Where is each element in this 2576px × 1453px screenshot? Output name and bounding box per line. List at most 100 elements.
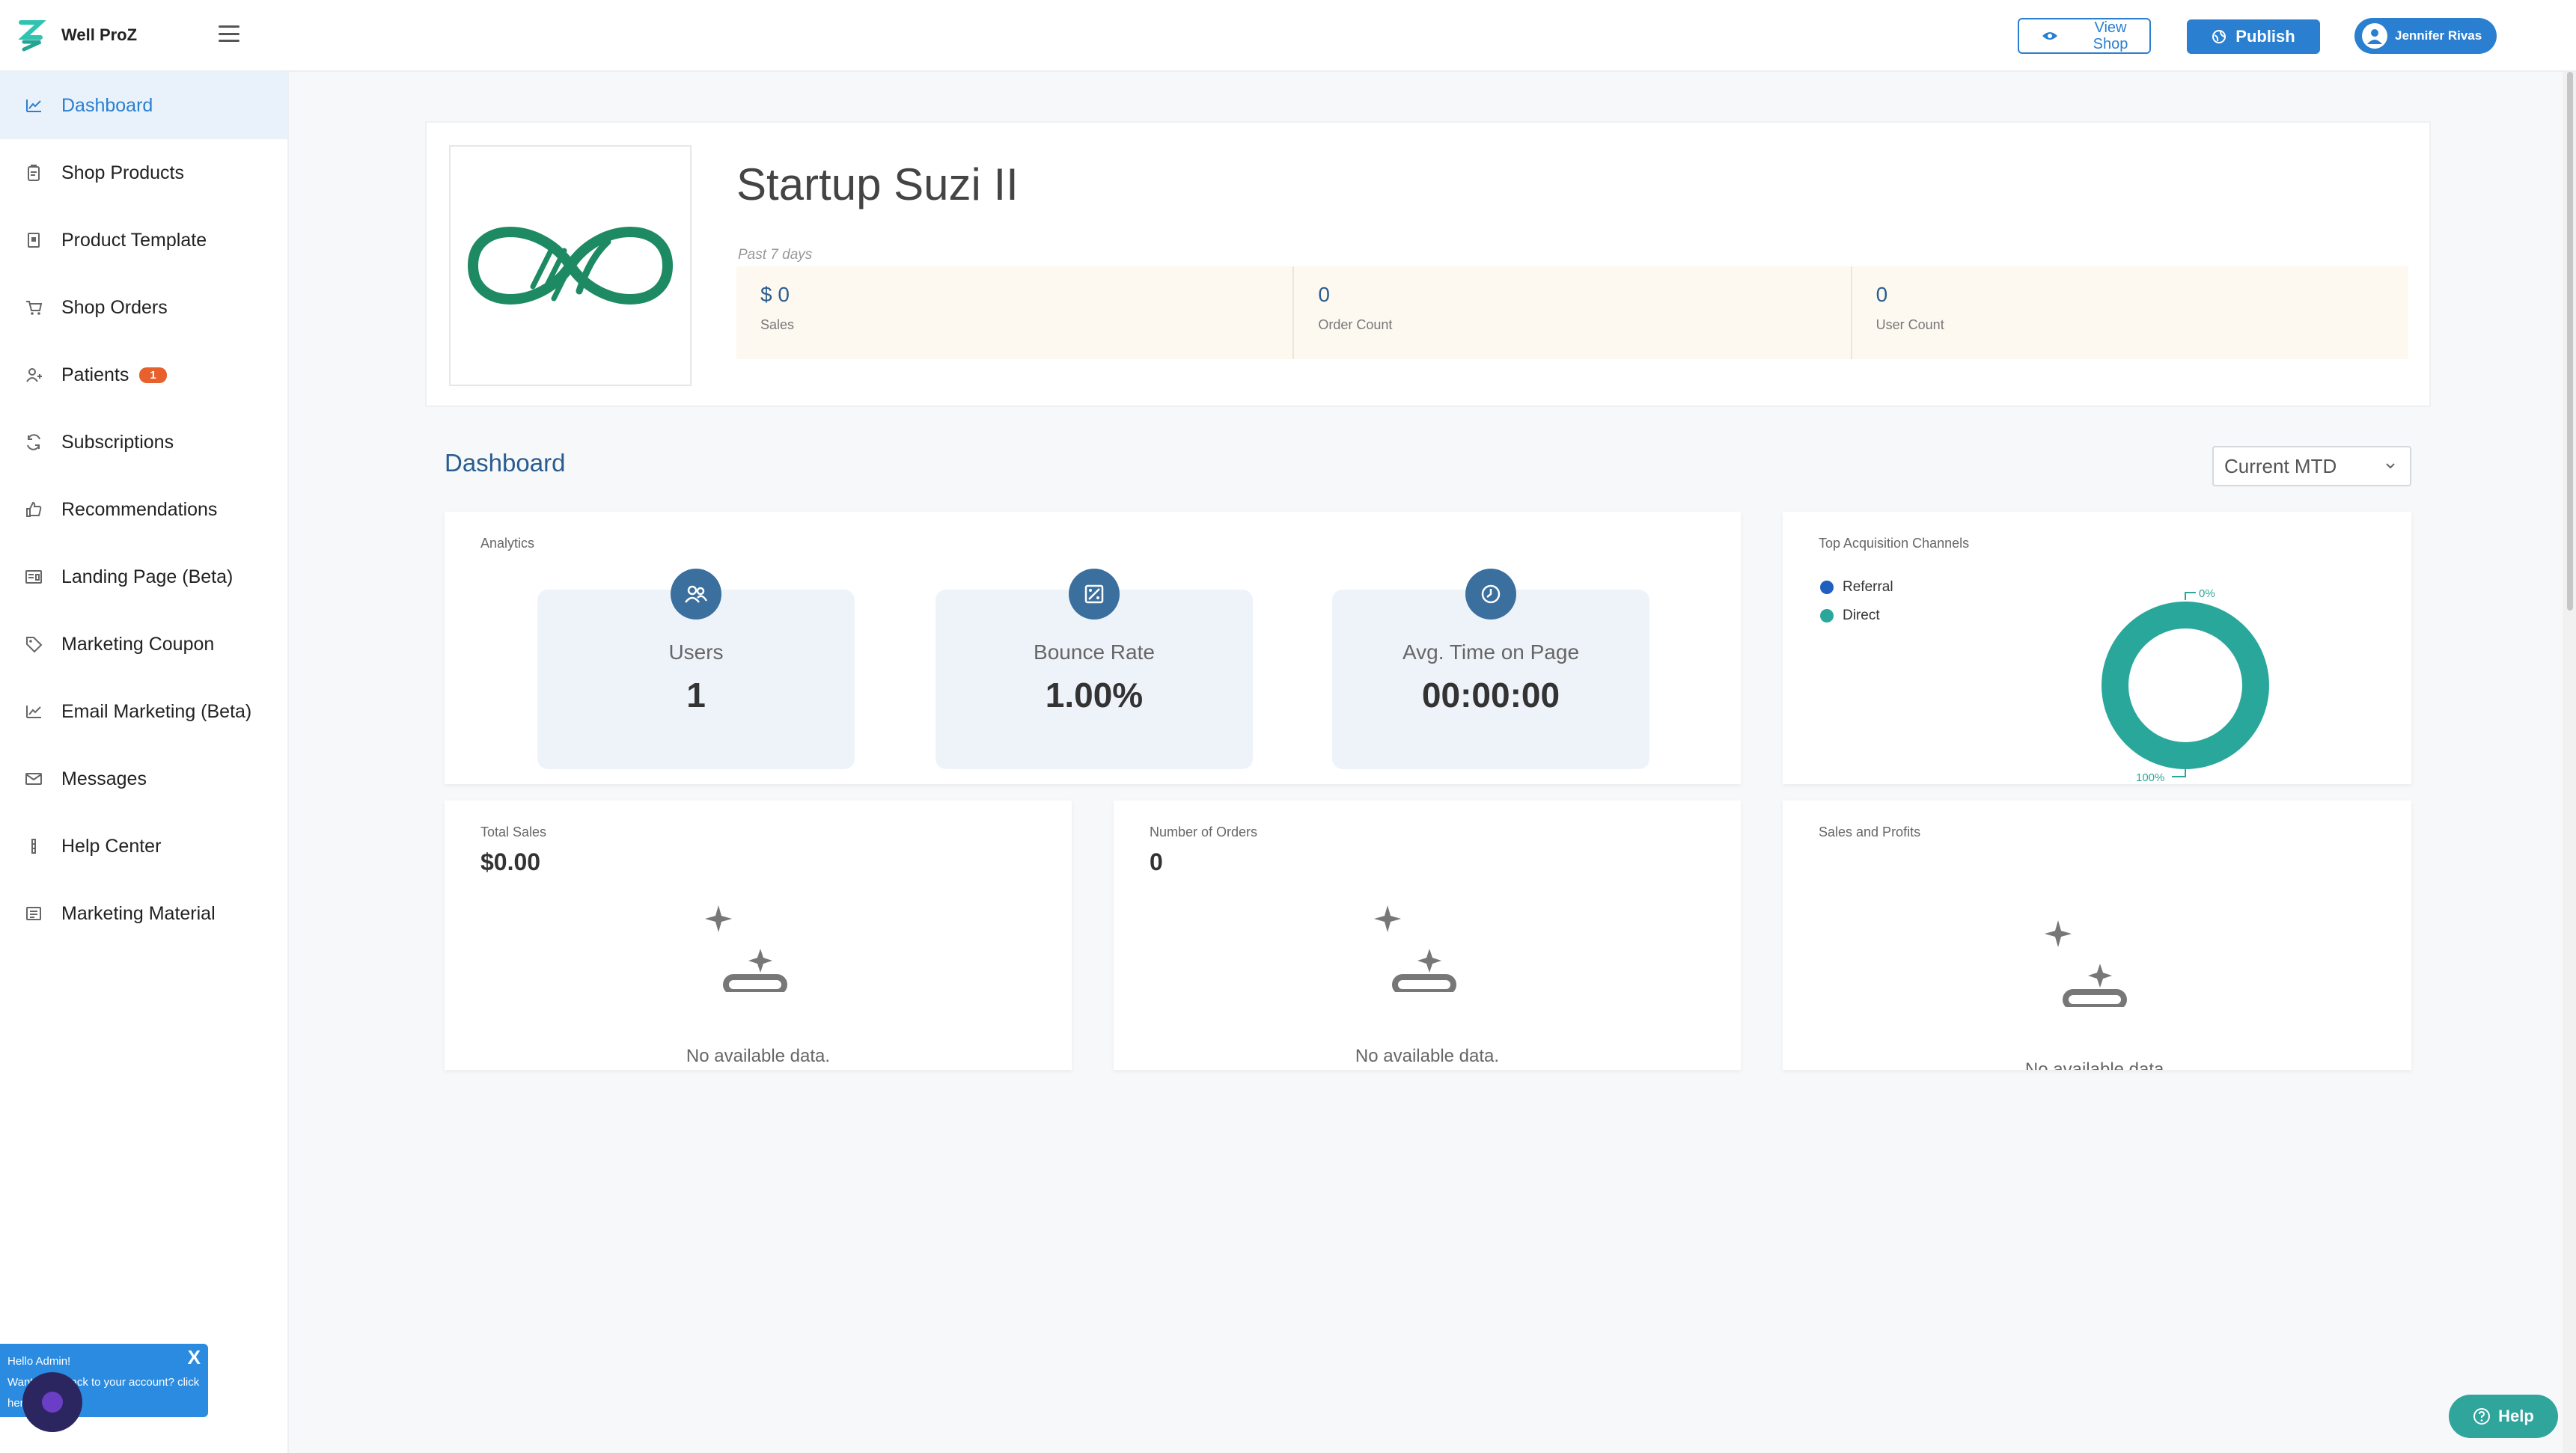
date-range-select[interactable]: Current MTD bbox=[2212, 446, 2411, 486]
sidebar-item-label: Marketing Material bbox=[61, 902, 216, 924]
shop-logo-icon bbox=[467, 227, 674, 305]
notification-badge: 1 bbox=[139, 367, 167, 383]
brand[interactable]: Well ProZ bbox=[18, 18, 137, 52]
sidebar-item-label: Shop Orders bbox=[61, 296, 168, 318]
refresh-icon bbox=[24, 432, 43, 452]
sidebar-item-label: Shop Products bbox=[61, 162, 184, 183]
metric-value: 1 bbox=[686, 676, 706, 715]
sidebar-item-shop-products[interactable]: Shop Products bbox=[0, 139, 287, 207]
template-icon bbox=[24, 230, 43, 250]
stat-label: Order Count bbox=[1318, 317, 1393, 332]
analytics-card: Analytics Users 1 Bounce Rate 1.00% Avg.… bbox=[445, 512, 1741, 784]
shop-logo bbox=[449, 145, 692, 386]
user-menu-button[interactable]: Jennifer Rivas bbox=[2354, 18, 2497, 54]
sidebar-item-patients[interactable]: Patients 1 bbox=[0, 341, 287, 409]
page-scrollbar[interactable] bbox=[2563, 72, 2576, 1453]
donut-slice-direct[interactable] bbox=[2102, 602, 2269, 769]
sidebar-item-label: Help Center bbox=[61, 835, 162, 857]
total-sales-label: Total Sales bbox=[480, 825, 547, 839]
view-shop-label-1: View bbox=[2094, 19, 2127, 36]
chat-bubble-icon bbox=[42, 1392, 63, 1413]
stat-user-count: 0 User Count bbox=[1852, 266, 2408, 359]
metric-value: 1.00% bbox=[1045, 676, 1144, 715]
user-name: Jennifer Rivas bbox=[2395, 28, 2482, 43]
chart-line-icon bbox=[24, 702, 43, 721]
acquisition-donut-chart: 0% 100% bbox=[2102, 587, 2269, 784]
orders-label: Number of Orders bbox=[1150, 825, 1258, 839]
scrollbar-thumb[interactable] bbox=[2567, 72, 2573, 611]
metric-name: Avg. Time on Page bbox=[1402, 640, 1580, 664]
label-leader-top bbox=[2185, 592, 2196, 600]
empty-state-icon bbox=[705, 905, 787, 992]
landing-page-icon bbox=[24, 567, 43, 587]
sidebar-item-label: Subscriptions bbox=[61, 431, 174, 453]
sidebar-item-product-template[interactable]: Product Template bbox=[0, 207, 287, 274]
label-bottom: 100% bbox=[2136, 771, 2164, 784]
sidebar-item-label: Dashboard bbox=[61, 94, 153, 116]
shop-title: Startup Suzi II bbox=[736, 159, 1019, 209]
document-icon bbox=[24, 904, 43, 923]
sidebar-item-label: Landing Page (Beta) bbox=[61, 566, 234, 587]
sidebar-item-email-marketing-beta[interactable]: Email Marketing (Beta) bbox=[0, 678, 287, 745]
sidebar-item-marketing-coupon[interactable]: Marketing Coupon bbox=[0, 611, 287, 678]
users-icon bbox=[671, 569, 721, 620]
view-shop-button[interactable]: View Shop bbox=[2018, 18, 2151, 54]
chat-bubble-button[interactable] bbox=[22, 1372, 82, 1432]
menu-toggle-icon[interactable] bbox=[219, 25, 239, 42]
view-shop-label-2: Shop bbox=[2093, 36, 2128, 52]
analytics-label: Analytics bbox=[480, 536, 535, 551]
shop-summary-card: Startup Suzi II Past 7 days $ 0 Sales 0 … bbox=[425, 121, 2431, 407]
top-bar: Well ProZ View Shop Publish Jennifer Riva… bbox=[0, 0, 2576, 72]
question-icon bbox=[2473, 1408, 2491, 1425]
sidebar-item-shop-orders[interactable]: Shop Orders bbox=[0, 274, 287, 341]
metric-value: 00:00:00 bbox=[1421, 676, 1560, 715]
help-center-icon bbox=[24, 836, 43, 856]
sidebar-item-marketing-material[interactable]: Marketing Material bbox=[0, 880, 287, 947]
app-name: Well ProZ bbox=[61, 25, 138, 44]
sidebar-item-dashboard[interactable]: Dashboard bbox=[0, 72, 287, 139]
chart-line-icon bbox=[24, 96, 43, 115]
sidebar-item-label: Marketing Coupon bbox=[61, 633, 215, 655]
sidebar-item-label: Patients bbox=[61, 364, 129, 385]
stat-order-count: 0 Order Count bbox=[1294, 266, 1852, 359]
sidebar-item-help-center[interactable]: Help Center bbox=[0, 813, 287, 880]
sidebar-item-recommendations[interactable]: Recommendations bbox=[0, 476, 287, 543]
stat-value: 0 bbox=[1318, 283, 1330, 306]
sidebar: Dashboard Shop Products Product Template Sh… bbox=[0, 72, 289, 1453]
period-label: Past 7 days bbox=[738, 247, 813, 263]
patients-icon bbox=[24, 365, 43, 385]
bounce-rate-icon bbox=[1069, 569, 1120, 620]
sidebar-item-subscriptions[interactable]: Subscriptions bbox=[0, 409, 287, 476]
sidebar-item-label: Messages bbox=[61, 768, 147, 789]
stat-label: User Count bbox=[1875, 317, 1944, 332]
sidebar-item-label: Product Template bbox=[61, 229, 207, 251]
total-sales-value: $0.00 bbox=[480, 848, 541, 875]
clipboard-icon bbox=[24, 163, 43, 183]
sidebar-item-landing-page-beta[interactable]: Landing Page (Beta) bbox=[0, 543, 287, 611]
stat-label: Sales bbox=[760, 317, 795, 332]
empty-state-text: No available data. bbox=[686, 1046, 831, 1066]
orders-card: Number of Orders 0 No available data. bbox=[1114, 801, 1741, 1070]
globe-icon bbox=[2212, 30, 2226, 43]
empty-state-icon bbox=[1374, 905, 1456, 992]
help-label: Help bbox=[2498, 1407, 2534, 1425]
thumbs-up-icon bbox=[24, 500, 43, 519]
publish-button[interactable]: Publish bbox=[2187, 19, 2320, 54]
stat-value: 0 bbox=[1875, 283, 1888, 306]
metric-name: Users bbox=[668, 640, 724, 664]
acquisition-card: Top Acquisition Channels Referral Direct… bbox=[1783, 512, 2411, 784]
sidebar-item-messages[interactable]: Messages bbox=[0, 745, 287, 813]
empty-state-text: No available data. bbox=[2024, 1059, 2170, 1070]
publish-label: Publish bbox=[2235, 27, 2295, 46]
brand-logo-icon bbox=[18, 20, 46, 52]
stat-value: $ 0 bbox=[760, 283, 790, 306]
orders-value: 0 bbox=[1150, 848, 1163, 875]
chevron-down-icon bbox=[2386, 463, 2395, 469]
label-top: 0% bbox=[2199, 587, 2215, 600]
empty-state-text: No available data. bbox=[1355, 1046, 1500, 1066]
metric-name: Bounce Rate bbox=[1034, 640, 1155, 664]
sidebar-item-label: Email Marketing (Beta) bbox=[61, 700, 252, 722]
help-button[interactable]: Help bbox=[2449, 1395, 2558, 1438]
tag-icon bbox=[24, 634, 43, 654]
close-icon[interactable]: X bbox=[188, 1347, 201, 1368]
